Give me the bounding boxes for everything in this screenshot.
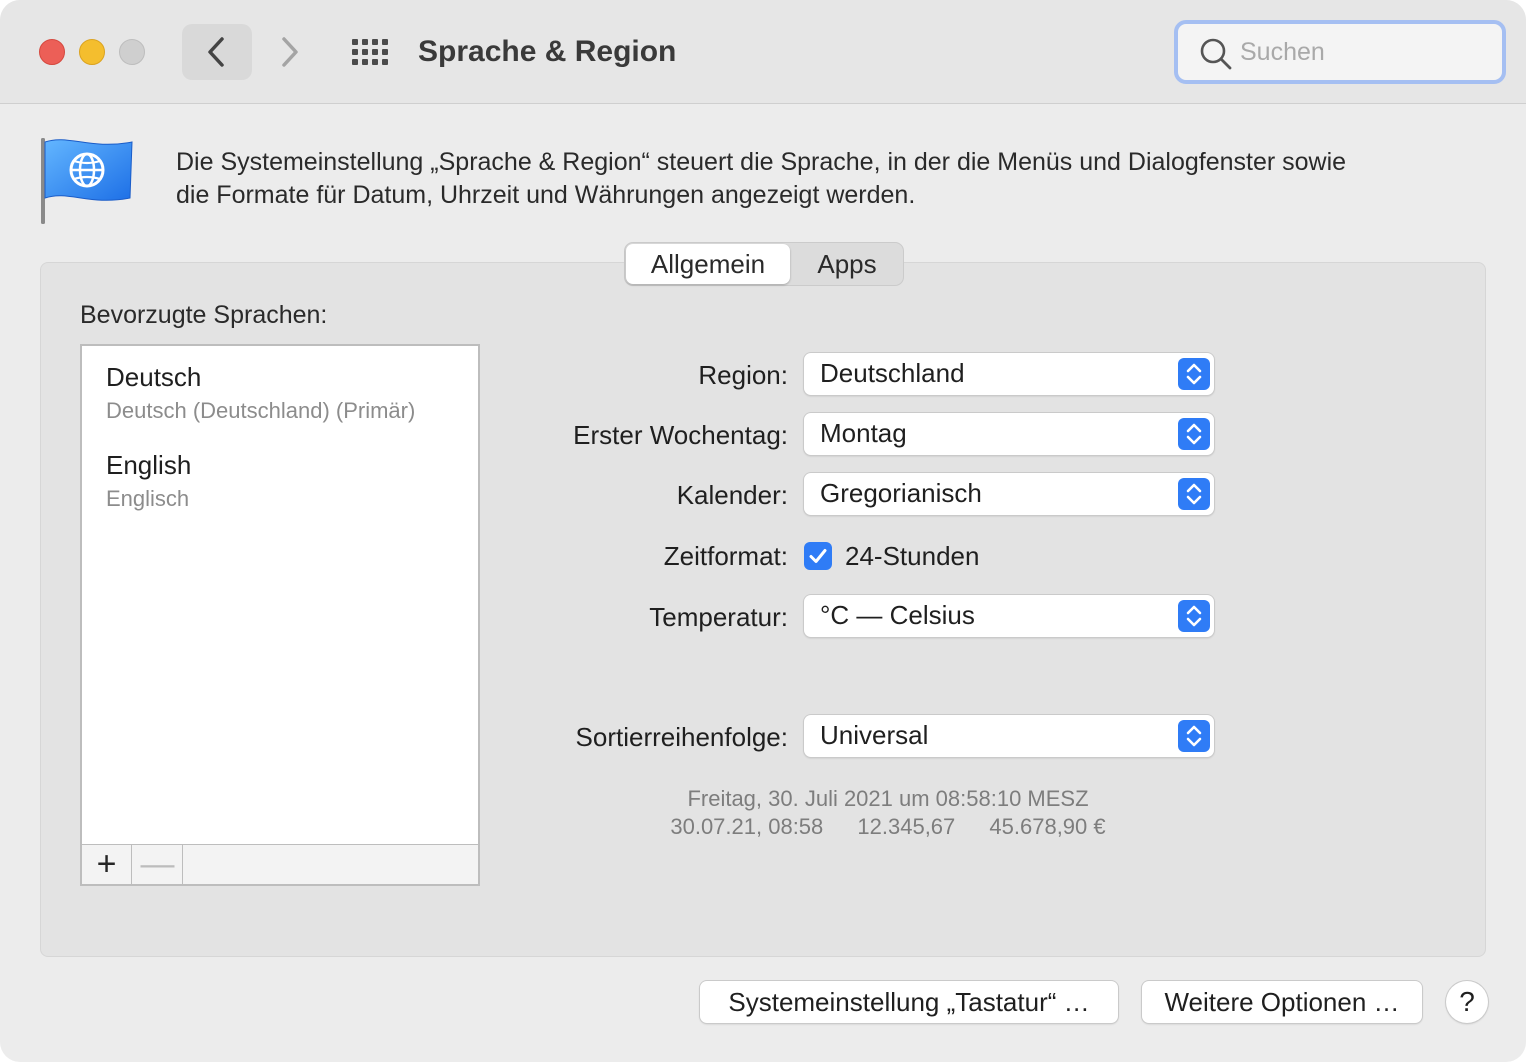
first-weekday-popup[interactable]: Montag <box>804 413 1214 455</box>
tab-bar: Allgemein Apps <box>624 242 904 286</box>
time-format-label: Zeitformat: <box>663 541 788 571</box>
preferred-languages-label: Bevorzugte Sprachen: <box>80 301 328 329</box>
sample-formats: 30.07.21, 08:58 12.345,67 45.678,90 € <box>560 813 1216 841</box>
region-value: Deutschland <box>820 358 965 388</box>
search-field[interactable] <box>1174 20 1506 84</box>
search-icon <box>1200 38 1232 70</box>
chevron-up-down-icon <box>1178 418 1210 450</box>
24-hour-checkbox-label[interactable]: 24-Stunden <box>845 536 979 576</box>
region-popup[interactable]: Deutschland <box>804 353 1214 395</box>
temperature-label: Temperatur: <box>649 602 788 632</box>
calendar-value: Gregorianisch <box>820 478 982 508</box>
checkmark-icon <box>809 549 827 563</box>
sample-datetime: Freitag, 30. Juli 2021 um 08:58:10 MESZ <box>687 786 1089 811</box>
description-line-2: die Formate für Datum, Uhrzeit und Währu… <box>176 181 916 209</box>
forward-button[interactable] <box>262 24 318 80</box>
flag-globe-icon <box>41 138 133 224</box>
list-toolbar: + — <box>82 844 478 884</box>
sample-currency: 45.678,90 € <box>989 814 1106 839</box>
titlebar: Sprache & Region <box>0 0 1526 104</box>
sort-order-popup[interactable]: Universal <box>804 715 1214 757</box>
description-line-1: Die Systemeinstellung „Sprache & Region“… <box>176 148 1347 176</box>
window-title: Sprache & Region <box>418 35 677 68</box>
add-language-button[interactable]: + <box>82 845 132 884</box>
tab-apps[interactable]: Apps <box>795 244 899 284</box>
chevron-up-down-icon <box>1178 720 1210 752</box>
temperature-popup[interactable]: °C — Celsius <box>804 595 1214 637</box>
calendar-label: Kalender: <box>676 480 788 510</box>
chevron-left-icon <box>208 37 224 67</box>
keyboard-preferences-button[interactable]: Systemeinstellung „Tastatur“ … <box>700 981 1118 1023</box>
preferences-window: Sprache & Region Die Systemeinstellung „… <box>0 0 1526 1062</box>
chevron-up-down-icon <box>1178 478 1210 510</box>
chevron-up-down-icon <box>1178 600 1210 632</box>
calendar-popup[interactable]: Gregorianisch <box>804 473 1214 515</box>
close-button[interactable] <box>39 39 65 65</box>
chevron-right-icon <box>282 37 298 67</box>
chevron-up-down-icon <box>1178 358 1210 390</box>
search-input[interactable] <box>1240 34 1490 70</box>
region-label: Region: <box>698 360 788 390</box>
sample-number: 12.345,67 <box>857 814 956 839</box>
tab-allgemein[interactable]: Allgemein <box>626 244 790 284</box>
help-button[interactable]: ? <box>1446 981 1488 1023</box>
show-all-grid-icon[interactable] <box>350 37 390 67</box>
back-button[interactable] <box>182 24 252 80</box>
more-options-button[interactable]: Weitere Optionen … <box>1142 981 1422 1023</box>
first-weekday-value: Montag <box>820 418 907 448</box>
sample-short-date: 30.07.21, 08:58 <box>670 814 824 839</box>
24-hour-checkbox[interactable] <box>804 542 832 570</box>
minimize-button[interactable] <box>79 39 105 65</box>
temperature-value: °C — Celsius <box>820 600 975 630</box>
first-weekday-label: Erster Wochentag: <box>573 420 788 450</box>
zoom-button[interactable] <box>119 39 145 65</box>
sort-order-label: Sortierreihenfolge: <box>575 722 788 752</box>
remove-language-button[interactable]: — <box>133 845 183 884</box>
header-description: Die Systemeinstellung „Sprache & Region“… <box>176 146 1476 212</box>
sort-order-value: Universal <box>820 720 929 750</box>
